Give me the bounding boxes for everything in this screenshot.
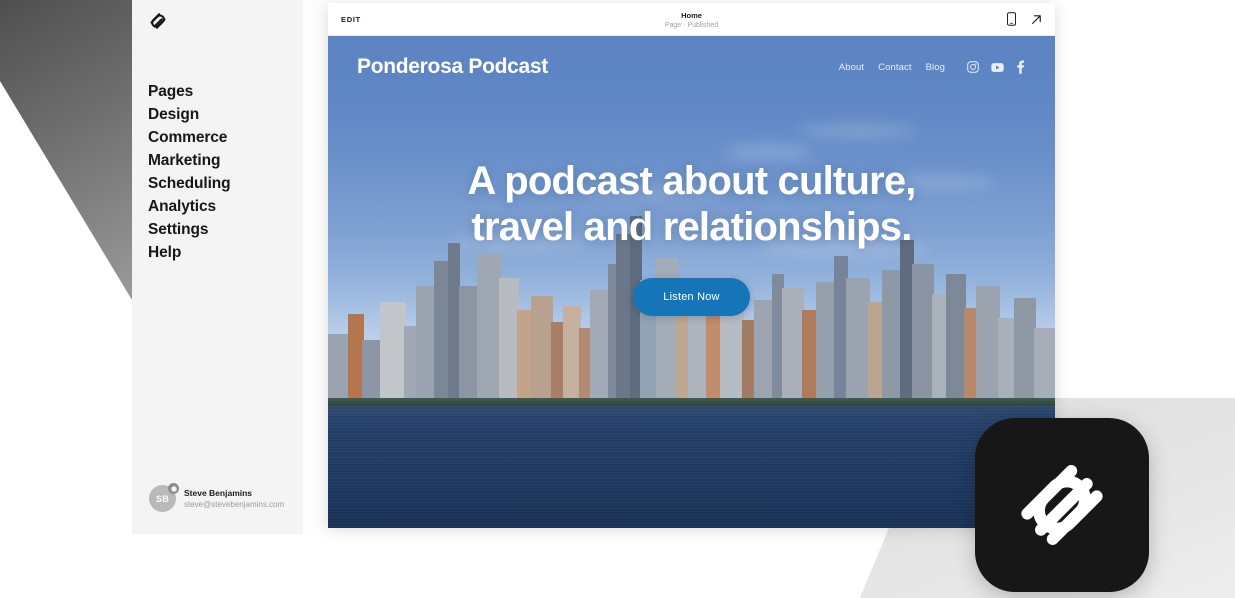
sidebar-item-commerce[interactable]: Commerce xyxy=(148,126,298,149)
account-name: Steve Benjamins xyxy=(184,487,253,498)
sidebar-item-pages[interactable]: Pages xyxy=(148,80,298,103)
listen-now-button[interactable]: Listen Now xyxy=(633,278,750,316)
page-title: Home xyxy=(681,11,702,20)
site-brand-title[interactable]: Ponderosa Podcast xyxy=(357,55,548,79)
squarespace-logo-icon[interactable] xyxy=(146,10,170,32)
social-links xyxy=(967,60,1025,74)
preview-toolbar: EDIT Home Page · Published xyxy=(328,3,1055,36)
page-info: Home Page · Published xyxy=(328,11,1055,31)
cloud-shape xyxy=(723,144,813,160)
site-nav-link-contact[interactable]: Contact xyxy=(878,62,911,73)
decorative-triangle-top-left xyxy=(0,0,132,300)
mobile-device-icon[interactable] xyxy=(1007,12,1016,26)
site-nav-link-about[interactable]: About xyxy=(839,62,864,73)
youtube-icon[interactable] xyxy=(991,62,1004,73)
avatar: SB xyxy=(149,483,179,512)
facebook-icon[interactable] xyxy=(1016,60,1025,74)
open-external-arrow-icon[interactable] xyxy=(1030,13,1043,26)
cloud-shape xyxy=(888,176,998,189)
toolbar-icons xyxy=(1007,12,1043,26)
site-nav-link-blog[interactable]: Blog xyxy=(926,62,945,73)
website-hero: Ponderosa Podcast About Contact Blog A p… xyxy=(328,36,1055,528)
cloud-shape xyxy=(578,186,728,198)
instagram-icon[interactable] xyxy=(967,61,979,73)
sidebar-gutter xyxy=(303,0,328,534)
sidebar-item-analytics[interactable]: Analytics xyxy=(148,195,298,218)
account-block[interactable]: SB Steve Benjamins steve@stevebenjamins.… xyxy=(149,483,284,512)
account-email: steve@stevebenjamins.com xyxy=(184,499,285,509)
cloud-shape xyxy=(798,124,918,138)
squarespace-app-icon xyxy=(975,418,1149,592)
edit-button[interactable]: EDIT xyxy=(341,15,361,24)
sidebar-item-help[interactable]: Help xyxy=(148,241,298,264)
account-text: Steve Benjamins steve@stevebenjamins.com xyxy=(184,488,284,510)
sidebar-item-settings[interactable]: Settings xyxy=(148,218,298,241)
gear-icon[interactable] xyxy=(168,483,179,494)
sidebar-item-scheduling[interactable]: Scheduling xyxy=(148,172,298,195)
sidebar-item-design[interactable]: Design xyxy=(148,103,298,126)
site-header: Ponderosa Podcast About Contact Blog xyxy=(328,36,1055,98)
app-window: Pages Design Commerce Marketing Scheduli… xyxy=(0,0,1235,598)
site-preview-panel: EDIT Home Page · Published Ponderosa Pod… xyxy=(328,3,1055,528)
sidebar-item-marketing[interactable]: Marketing xyxy=(148,149,298,172)
sidebar: Pages Design Commerce Marketing Scheduli… xyxy=(132,0,303,534)
sidebar-nav: Pages Design Commerce Marketing Scheduli… xyxy=(148,80,298,264)
site-nav: About Contact Blog xyxy=(839,60,1025,74)
harbor-water xyxy=(328,406,1055,528)
page-status: Page · Published xyxy=(664,22,719,29)
avatar-initials: SB xyxy=(155,493,170,504)
